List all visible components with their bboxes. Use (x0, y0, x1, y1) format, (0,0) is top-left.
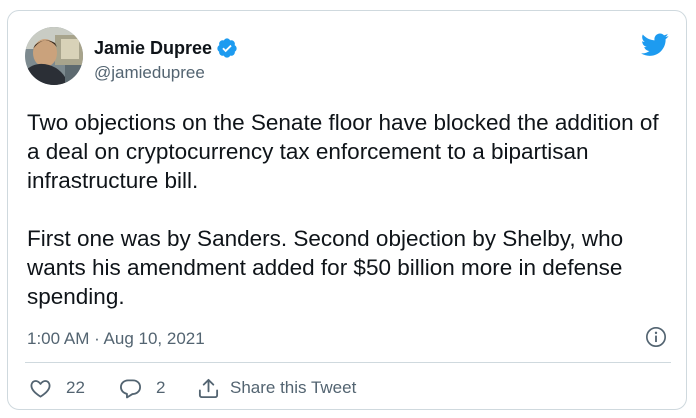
tweet-timestamp[interactable]: 1:00 AM · Aug 10, 2021 (27, 328, 205, 350)
reply-bubble-icon (120, 378, 141, 398)
tweet-text: Two objections on the Senate floor have … (27, 110, 659, 309)
info-icon[interactable] (645, 326, 667, 348)
divider (25, 362, 671, 363)
twitter-bird-icon[interactable] (641, 33, 669, 57)
share-tweet-label: Share this Tweet (230, 378, 357, 397)
share-tweet-button[interactable]: Share this Tweet (197, 375, 356, 401)
reply-count: 2 (156, 378, 166, 397)
verified-badge-icon (217, 38, 237, 58)
heart-icon (30, 379, 51, 398)
reply-button[interactable]: 2 (119, 375, 165, 401)
like-button[interactable]: 22 (29, 375, 85, 401)
author-handle[interactable]: @jamiedupree (94, 63, 205, 83)
author-display-name[interactable]: Jamie Dupree (94, 38, 212, 58)
avatar[interactable] (25, 27, 83, 85)
share-icon (198, 378, 219, 398)
like-count: 22 (66, 378, 85, 397)
tweet-card[interactable]: Jamie Dupree @jamiedupree Two objections… (7, 10, 687, 410)
